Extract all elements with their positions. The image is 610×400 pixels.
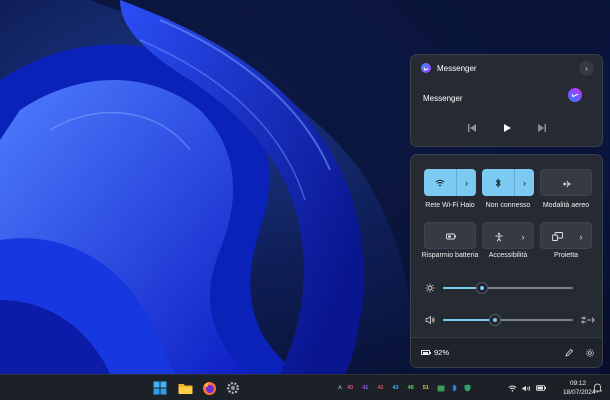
tray-icon-42[interactable]: 42 bbox=[377, 385, 383, 391]
tray-icon-51[interactable]: 51 bbox=[423, 385, 429, 391]
accessibility-chevron-icon[interactable]: › bbox=[513, 223, 533, 250]
audio-output-icon[interactable] bbox=[579, 313, 597, 327]
bluetooth-tile[interactable]: › bbox=[482, 169, 534, 196]
media-header: Messenger bbox=[421, 63, 477, 73]
security-shield-icon[interactable] bbox=[464, 384, 471, 392]
media-title: Messenger bbox=[423, 94, 463, 103]
accessibility-icon bbox=[483, 223, 515, 250]
next-track-icon[interactable] bbox=[535, 121, 549, 135]
start-icon[interactable] bbox=[151, 379, 169, 397]
tray-icon-41[interactable]: 41 bbox=[362, 385, 368, 391]
bluetooth-tile-label: Non connesso bbox=[485, 202, 531, 209]
battery-icon bbox=[421, 350, 431, 355]
airplane-tile-label: Modalità aereo bbox=[542, 202, 590, 209]
settings-icon[interactable] bbox=[224, 379, 242, 397]
battery-tray-icon bbox=[536, 385, 546, 391]
brightness-slider-thumb[interactable] bbox=[477, 283, 487, 293]
quick-settings-panel: › › Rete Wi-Fi Haio Non connesso Modalit… bbox=[410, 154, 603, 368]
tray-icon-43b[interactable]: 43 bbox=[392, 385, 398, 391]
wifi-icon bbox=[424, 169, 456, 196]
messenger-icon bbox=[421, 63, 431, 73]
taskbar: ˄ 43 41 42 43 48 51 09:12 18/07/2024 bbox=[0, 374, 610, 400]
volume-slider-thumb[interactable] bbox=[490, 315, 500, 325]
speaker-icon[interactable] bbox=[423, 313, 437, 327]
brightness-slider[interactable] bbox=[443, 283, 573, 293]
clock-date: 18/07/2024 bbox=[563, 389, 596, 396]
chevron-up-icon[interactable]: ˄ bbox=[338, 385, 342, 392]
airplane-tile[interactable] bbox=[540, 169, 592, 196]
volume-slider-row bbox=[423, 313, 595, 327]
chevron-right-icon[interactable]: › bbox=[579, 61, 594, 76]
edit-pencil-icon[interactable] bbox=[562, 346, 576, 360]
accessibility-tile-label: Accessibilità bbox=[488, 252, 528, 259]
media-flyout: Messenger › Messenger bbox=[410, 54, 603, 147]
cast-tile-label: Proietta bbox=[553, 252, 579, 259]
tray-icon-48[interactable]: 48 bbox=[408, 385, 414, 391]
wifi-tray-icon bbox=[508, 385, 517, 392]
quick-settings-tray-button[interactable] bbox=[508, 375, 546, 400]
bluetooth-icon bbox=[482, 169, 514, 196]
notification-bell-icon[interactable] bbox=[590, 381, 604, 395]
cast-tile[interactable]: › bbox=[540, 222, 592, 249]
battery-percentage: 92% bbox=[434, 348, 450, 357]
wifi-expand-chevron-icon[interactable]: › bbox=[456, 169, 476, 196]
previous-track-icon[interactable] bbox=[465, 121, 479, 135]
battery-status[interactable]: 92% bbox=[421, 348, 449, 357]
clock-time: 09:12 bbox=[569, 380, 587, 387]
battery-saver-tile[interactable] bbox=[424, 222, 476, 249]
wifi-tile-label: Rete Wi-Fi Haio bbox=[425, 202, 475, 209]
bluetooth-expand-chevron-icon[interactable]: › bbox=[514, 169, 534, 196]
messenger-logo-icon bbox=[568, 88, 582, 102]
cast-icon bbox=[541, 223, 573, 250]
tray-icon-43[interactable]: 43 bbox=[347, 385, 353, 391]
system-tray: ˄ 43 41 42 43 48 51 bbox=[338, 375, 478, 400]
cast-chevron-icon[interactable]: › bbox=[571, 223, 591, 250]
clock[interactable]: 09:12 18/07/2024 bbox=[563, 379, 596, 397]
firefox-icon[interactable] bbox=[200, 379, 218, 397]
battery-saver-icon bbox=[425, 223, 477, 250]
accessibility-tile[interactable]: › bbox=[482, 222, 534, 249]
wifi-tile[interactable]: › bbox=[424, 169, 476, 196]
photos-icon[interactable] bbox=[437, 385, 445, 392]
bluetooth-tray-icon[interactable] bbox=[452, 384, 457, 392]
play-icon[interactable] bbox=[500, 121, 514, 135]
volume-slider[interactable] bbox=[443, 315, 573, 325]
volume-slider-fill bbox=[443, 319, 495, 321]
quick-settings-footer: 92% bbox=[411, 337, 602, 367]
brightness-slider-row bbox=[423, 281, 595, 295]
file-explorer-icon[interactable] bbox=[176, 379, 194, 397]
media-controls bbox=[411, 121, 602, 135]
gear-icon[interactable] bbox=[583, 346, 597, 360]
battery-saver-tile-label: Risparmio batteria bbox=[421, 252, 479, 259]
volume-tray-icon bbox=[522, 385, 531, 392]
media-app-name: Messenger bbox=[437, 63, 477, 73]
brightness-icon bbox=[423, 281, 437, 295]
airplane-icon bbox=[541, 170, 593, 197]
